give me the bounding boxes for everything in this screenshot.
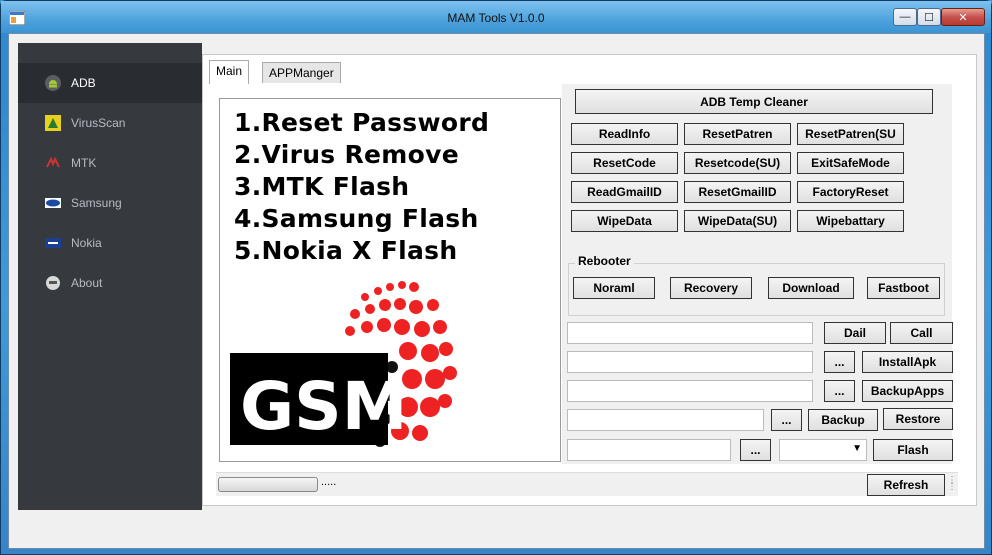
- tab-appmanger[interactable]: APPManger: [262, 62, 341, 83]
- browse-backup-button[interactable]: ...: [771, 409, 802, 431]
- nokia-icon: [45, 238, 61, 248]
- readgmailid-button[interactable]: ReadGmailID: [571, 181, 678, 203]
- about-icon: [46, 276, 60, 290]
- sidebar-item-nokia[interactable]: Nokia: [18, 223, 202, 263]
- resize-grip-icon[interactable]: ⋮ ⋮: [947, 476, 957, 492]
- flash-path-field[interactable]: [567, 439, 731, 461]
- feature-line: 1.Reset Password: [234, 108, 490, 137]
- sidebar-item-samsung[interactable]: Samsung: [18, 183, 202, 223]
- reboot-recovery-button[interactable]: Recovery: [670, 277, 752, 299]
- android-icon: [45, 75, 61, 91]
- factoryreset-button[interactable]: FactoryReset: [797, 181, 904, 203]
- resetcode-button[interactable]: ResetCode: [571, 152, 678, 174]
- sidebar: ADB VirusScan MTK Samsung Nokia About: [18, 43, 202, 510]
- sidebar-item-label: Nokia: [71, 236, 102, 250]
- wipedata-su-button[interactable]: WipeData(SU): [684, 210, 791, 232]
- sidebar-item-label: ADB: [71, 76, 96, 90]
- backup-path-field[interactable]: [567, 409, 764, 431]
- adb-temp-cleaner-button[interactable]: ADB Temp Cleaner: [575, 89, 933, 114]
- banner-image: 1.Reset Password 2.Virus Remove 3.MTK Fl…: [219, 98, 561, 462]
- close-button[interactable]: ✕: [941, 8, 985, 26]
- gsm-logo: GSM: [230, 281, 457, 447]
- samsung-icon: [45, 198, 61, 208]
- sidebar-item-label: MTK: [71, 156, 97, 170]
- readinfo-button[interactable]: ReadInfo: [571, 123, 678, 145]
- backup-button[interactable]: Backup: [808, 409, 878, 431]
- browse-backup-apps-button[interactable]: ...: [824, 380, 855, 402]
- sidebar-item-label: VirusScan: [71, 116, 126, 130]
- dial-button[interactable]: Dail: [824, 322, 886, 344]
- sidebar-item-mtk[interactable]: MTK: [18, 143, 202, 183]
- client-area: ADB VirusScan MTK Samsung Nokia About Ma…: [8, 33, 985, 549]
- feature-line: 4.Samsung Flash: [234, 204, 479, 233]
- wipebattary-button[interactable]: Wipebattary: [797, 210, 904, 232]
- title-bar[interactable]: MAM Tools V1.0.0 — ☐ ✕: [1, 1, 991, 33]
- flash-mode-select[interactable]: ▼: [779, 439, 867, 461]
- feature-line: 5.Nokia X Flash: [234, 236, 458, 265]
- install-apk-button[interactable]: InstallApk: [862, 351, 953, 373]
- feature-line: 3.MTK Flash: [234, 172, 410, 201]
- backup-apps-button[interactable]: BackupApps: [862, 380, 953, 402]
- virus-scan-icon: [45, 115, 61, 131]
- restore-button[interactable]: Restore: [883, 408, 953, 430]
- resetpatren-button[interactable]: ResetPatren: [684, 123, 791, 145]
- mtk-icon: [46, 156, 60, 168]
- logo-text: GSM: [240, 368, 407, 445]
- tab-main[interactable]: Main: [209, 60, 250, 84]
- sidebar-item-virusscan[interactable]: VirusScan: [18, 103, 202, 143]
- phone-number-field[interactable]: [567, 322, 813, 344]
- refresh-button[interactable]: Refresh: [867, 474, 945, 496]
- maximize-button[interactable]: ☐: [917, 8, 941, 26]
- window-title: MAM Tools V1.0.0: [447, 11, 545, 25]
- apk-path-field[interactable]: [567, 351, 813, 373]
- app-window: MAM Tools V1.0.0 — ☐ ✕ ADB VirusScan MTK…: [0, 0, 992, 555]
- resetgmailid-button[interactable]: ResetGmailID: [684, 181, 791, 203]
- minimize-button[interactable]: —: [893, 8, 917, 26]
- sidebar-item-about[interactable]: About: [18, 263, 202, 303]
- chevron-down-icon: ▼: [852, 443, 862, 454]
- feature-line: 2.Virus Remove: [234, 140, 459, 169]
- resetpatren-su-button[interactable]: ResetPatren(SU: [797, 123, 904, 145]
- call-button[interactable]: Call: [890, 322, 953, 344]
- progress-bar: [218, 477, 318, 492]
- sidebar-item-adb[interactable]: ADB: [18, 63, 202, 103]
- sidebar-item-label: Samsung: [71, 196, 122, 210]
- flash-button[interactable]: Flash: [873, 439, 953, 461]
- browse-apk-button[interactable]: ...: [824, 351, 855, 373]
- backup-apps-path-field[interactable]: [567, 380, 813, 402]
- rebooter-label: Rebooter: [575, 254, 634, 268]
- wipedata-button[interactable]: WipeData: [571, 210, 678, 232]
- reboot-normal-button[interactable]: Noraml: [573, 277, 655, 299]
- reboot-download-button[interactable]: Download: [768, 277, 854, 299]
- reboot-fastboot-button[interactable]: Fastboot: [867, 277, 940, 299]
- browse-flash-button[interactable]: ...: [740, 439, 771, 461]
- status-text: .....: [321, 476, 337, 488]
- sidebar-item-label: About: [71, 276, 103, 290]
- resetcode-su-button[interactable]: Resetcode(SU): [684, 152, 791, 174]
- exitsafemode-button[interactable]: ExitSafeMode: [797, 152, 904, 174]
